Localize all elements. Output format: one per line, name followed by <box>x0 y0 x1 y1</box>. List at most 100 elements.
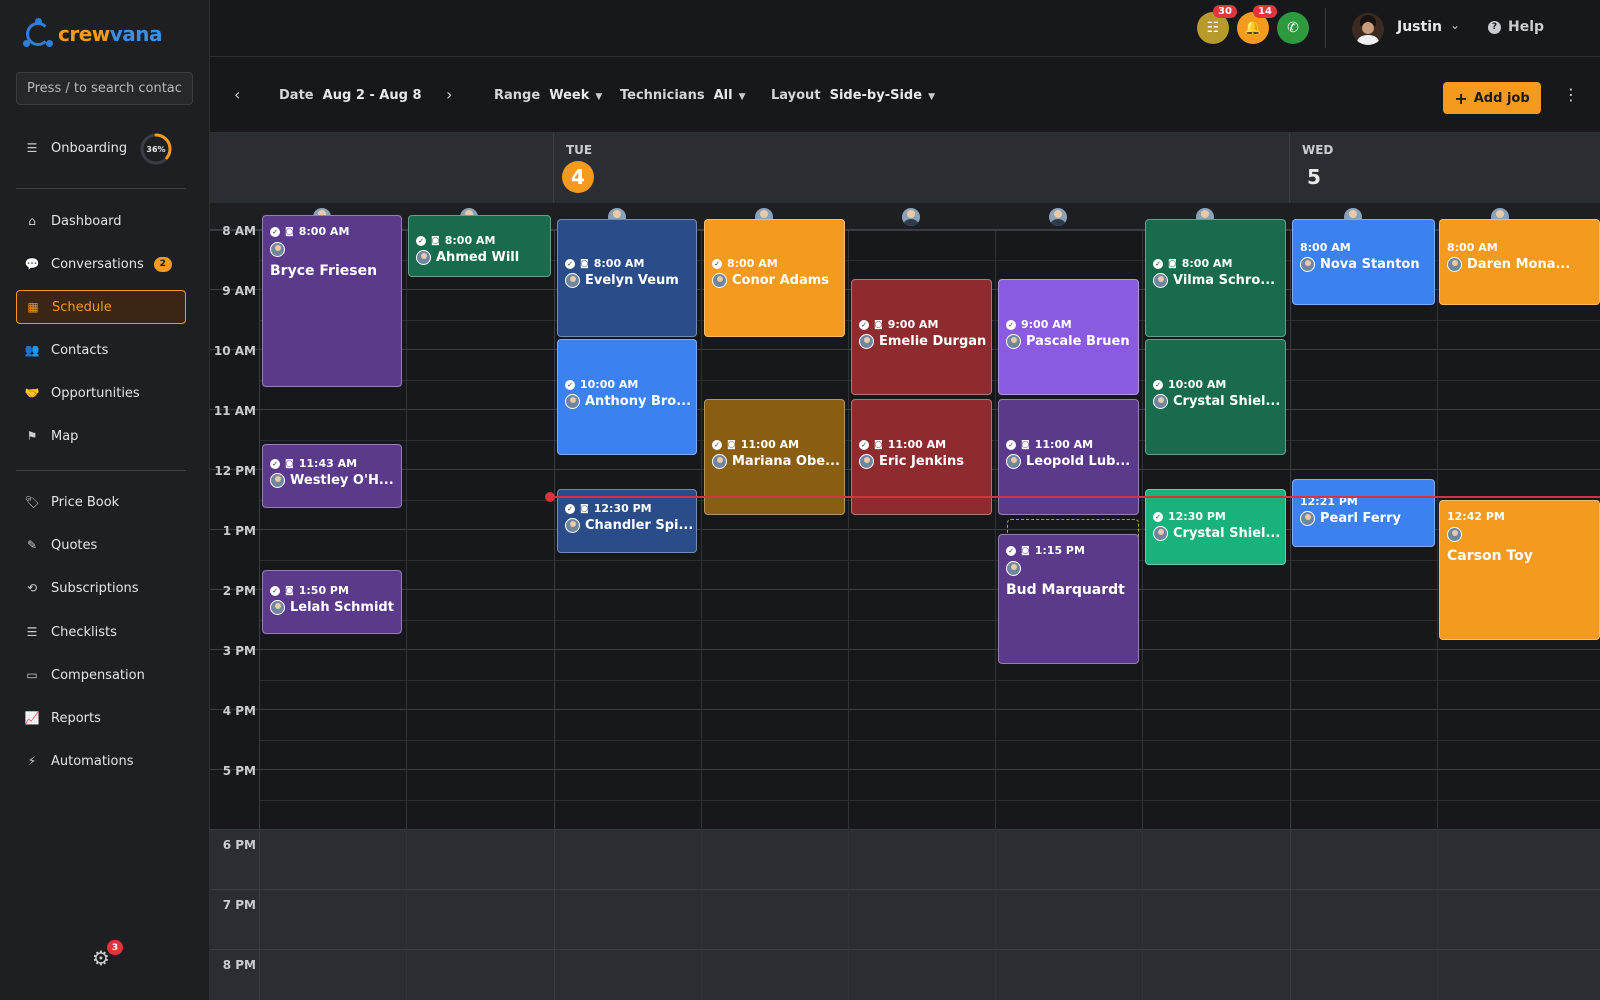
current-time-dot <box>545 492 555 502</box>
sidebar-item-quotes[interactable]: ✎ Quotes <box>16 528 186 562</box>
customer-avatar <box>1300 511 1315 526</box>
job-card[interactable]: ✓ ◙ 8:00 AM Bryce Friesen <box>262 215 402 387</box>
check-icon: ✓ <box>1006 545 1016 556</box>
sidebar-item-schedule[interactable]: ▦ Schedule <box>16 290 186 324</box>
job-card[interactable]: 8:00 AM Nova Stanton <box>1292 219 1435 305</box>
settings-button[interactable]: ⚙ 3 <box>92 940 123 970</box>
check-icon: ✓ <box>1006 439 1016 450</box>
camera-icon: ◙ <box>285 458 294 469</box>
technician-avatar[interactable] <box>1049 208 1067 226</box>
customer-avatar <box>1300 257 1315 272</box>
job-card[interactable]: ✓ 10:00 AM Anthony Bro... <box>557 339 697 455</box>
phone-icon: ✆ <box>1287 20 1299 36</box>
job-card[interactable]: ✓ ◙ 12:30 PM Chandler Spi... <box>557 489 697 553</box>
sidebar-item-checklists[interactable]: ☰ Checklists <box>16 615 186 649</box>
user-name[interactable]: Justin <box>1397 19 1442 35</box>
list-check-icon: ☰ <box>26 625 38 639</box>
sidebar-item-dashboard[interactable]: ⌂ Dashboard <box>16 204 186 238</box>
job-customer: Bryce Friesen <box>270 263 378 279</box>
range-filter[interactable]: Range Week ▼ <box>494 88 602 103</box>
job-card[interactable]: ✓ ◙ 1:50 PM Lelah Schmidt <box>262 570 402 634</box>
sidebar-item-opportunities[interactable]: 🤝 Opportunities <box>16 376 186 410</box>
search-input[interactable] <box>16 72 193 105</box>
user-avatar[interactable] <box>1352 13 1384 45</box>
range-filter-label: Range <box>494 88 541 103</box>
job-time: 8:00 AM <box>1300 241 1351 254</box>
hour-row[interactable]: 3 PM <box>210 644 1600 709</box>
job-customer: Crystal Shiel... <box>1173 394 1281 409</box>
job-card[interactable]: 8:00 AM Daren Mona... <box>1439 219 1600 305</box>
job-customer: Carson Toy <box>1447 548 1533 564</box>
check-icon: ✓ <box>565 503 575 514</box>
sidebar-item-subscriptions[interactable]: ⟲ Subscriptions <box>16 571 186 605</box>
technicians-filter[interactable]: Technicians All ▼ <box>620 88 746 103</box>
hour-label: 8 PM <box>222 958 256 972</box>
brand-name: crewvana <box>58 22 163 46</box>
job-card[interactable]: ✓ ◙ 11:43 AM Westley O'H... <box>262 444 402 508</box>
money-icon: ▭ <box>26 668 38 682</box>
check-icon: ✓ <box>565 379 575 390</box>
date-filter[interactable]: Date Aug 2 - Aug 8 <box>279 88 422 103</box>
hour-row-after-hours[interactable]: 6 PM <box>210 829 1600 889</box>
sidebar-item-price-book[interactable]: 🏷 Price Book <box>16 485 186 519</box>
layout-filter[interactable]: Layout Side-by-Side ▼ <box>771 88 935 103</box>
help-link[interactable]: ? Help <box>1488 19 1544 35</box>
sidebar-item-label: Checklists <box>51 624 117 640</box>
job-card[interactable]: ✓ 12:30 PM Crystal Shiel... <box>1145 489 1286 565</box>
hour-row[interactable]: 2 PM <box>210 584 1600 649</box>
sidebar-item-map[interactable]: ⚑ Map <box>16 419 186 453</box>
customer-avatar <box>270 242 285 257</box>
sidebar-item-automations[interactable]: ⚡ Automations <box>16 744 186 778</box>
check-icon: ✓ <box>270 226 280 237</box>
chevron-down-icon[interactable]: ⌄ <box>1450 18 1460 32</box>
people-icon: 👥 <box>24 343 40 357</box>
job-card[interactable]: ✓ ◙ 8:00 AM Vilma Schro... <box>1145 219 1286 337</box>
job-card[interactable]: ✓ ◙ 8:00 AM Evelyn Veum <box>557 219 697 337</box>
job-customer: Emelie Durgan <box>879 334 987 349</box>
next-week-button[interactable]: › <box>446 85 452 104</box>
day-header-wed[interactable]: WED 5 <box>1290 133 1600 203</box>
more-options-icon[interactable]: ⋮ <box>1563 85 1579 104</box>
job-time: 1:15 PM <box>1034 544 1085 557</box>
hour-row-after-hours[interactable]: 7 PM <box>210 889 1600 949</box>
hour-row[interactable]: 4 PM <box>210 704 1600 769</box>
customer-avatar <box>565 273 580 288</box>
sidebar-item-label: Contacts <box>51 342 109 358</box>
sidebar-item-contacts[interactable]: 👥 Contacts <box>16 333 186 367</box>
job-card[interactable]: 12:42 PM Carson Toy <box>1439 500 1600 640</box>
date-filter-label: Date <box>279 88 314 103</box>
sidebar-item-conversations[interactable]: 💬 Conversations 2 <box>16 247 186 281</box>
camera-icon: ◙ <box>874 319 883 330</box>
hour-label: 12 PM <box>214 464 256 478</box>
column-divider <box>1290 231 1291 1000</box>
prev-week-button[interactable]: ‹ <box>234 85 240 104</box>
customer-avatar <box>1447 527 1462 542</box>
job-customer: Leopold Lub... <box>1026 454 1131 469</box>
phone-button[interactable]: ✆ <box>1277 12 1309 44</box>
schedule-calendar: TUE 4 WED 5 8 AM 9 AM 10 AM 11 AM 12 PM … <box>210 133 1600 1000</box>
hour-row[interactable]: 5 PM <box>210 764 1600 829</box>
job-card[interactable]: ✓ 10:00 AM Crystal Shiel... <box>1145 339 1286 455</box>
brand-logo[interactable]: crewvana <box>22 18 163 50</box>
job-card[interactable]: ✓ ◙ 8:00 AM Ahmed Will <box>408 215 551 277</box>
customer-avatar <box>1006 334 1021 349</box>
job-card[interactable]: ✓ ◙ 1:15 PM Bud Marquardt <box>998 534 1139 664</box>
job-card[interactable]: ✓ 9:00 AM Pascale Bruen <box>998 279 1139 395</box>
job-card[interactable]: ✓ 8:00 AM Conor Adams <box>704 219 845 337</box>
notifications-button[interactable]: 🔔 14 <box>1237 5 1277 44</box>
day-header-tue[interactable]: TUE 4 <box>554 133 1290 203</box>
sidebar-item-reports[interactable]: 📈 Reports <box>16 701 186 735</box>
check-icon: ✓ <box>1153 511 1163 522</box>
job-customer: Vilma Schro... <box>1173 273 1276 288</box>
hour-row-after-hours[interactable]: 8 PM <box>210 949 1600 1000</box>
handshake-icon: 🤝 <box>24 386 40 400</box>
add-job-label: Add job <box>1473 90 1530 106</box>
add-job-button[interactable]: + Add job <box>1443 82 1541 114</box>
sidebar-item-compensation[interactable]: ▭ Compensation <box>16 658 186 692</box>
hour-label: 9 AM <box>222 284 256 298</box>
camera-icon: ◙ <box>285 226 294 237</box>
job-card[interactable]: ✓ ◙ 9:00 AM Emelie Durgan <box>851 279 992 395</box>
job-card[interactable]: 12:21 PM Pearl Ferry <box>1292 479 1435 547</box>
tasks-button[interactable]: ☷ 30 <box>1197 5 1237 44</box>
technician-avatar[interactable] <box>902 208 920 226</box>
